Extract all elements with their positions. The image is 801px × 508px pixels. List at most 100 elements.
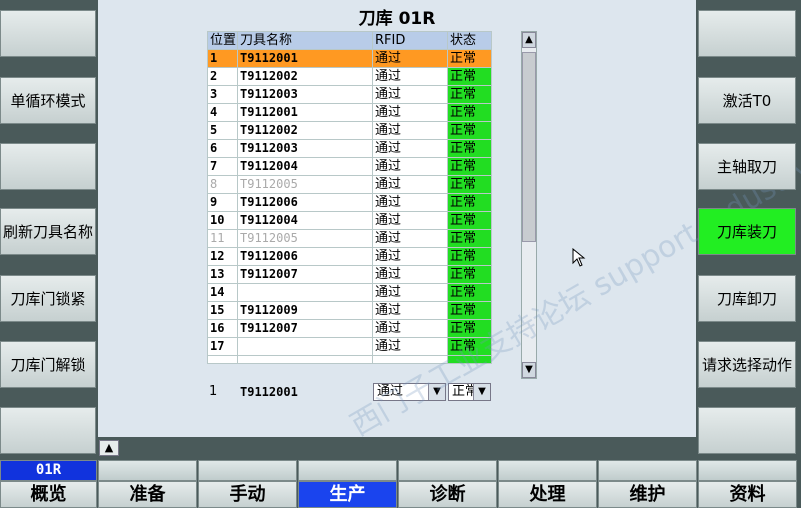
magazine-door-unlock-button[interactable]: 刀库门解锁: [0, 341, 96, 388]
cell-name: T9112001: [237, 103, 373, 122]
cell-name: T9112007: [237, 265, 373, 284]
table-row[interactable]: 10 T9112004 通过 正常: [207, 211, 492, 230]
scroll-thumb[interactable]: [522, 52, 536, 242]
tab-upper-6[interactable]: [498, 460, 597, 481]
left-softkey-1[interactable]: [0, 10, 96, 57]
right-softkey-1[interactable]: [698, 10, 796, 57]
single-cycle-mode-button[interactable]: 单循环模式: [0, 77, 96, 124]
table-header: 位置 刀具名称 RFID 状态: [207, 31, 492, 50]
activate-t0-button[interactable]: 激活T0: [698, 77, 796, 124]
cell-rfid: 通过: [372, 67, 448, 86]
cell-pos: 10: [207, 211, 238, 230]
cell-name: T9112004: [237, 157, 373, 176]
table-row[interactable]: 7 T9112004 通过 正常: [207, 157, 492, 176]
refresh-tool-names-button[interactable]: 刷新刀具名称: [0, 208, 96, 255]
table-row[interactable]: 9 T9112006 通过 正常: [207, 193, 492, 212]
tab-2[interactable]: 手动: [198, 481, 297, 508]
cell-status: 正常: [447, 211, 492, 230]
spindle-take-tool-button[interactable]: 主轴取刀: [698, 143, 796, 190]
cell-status: 正常: [447, 121, 492, 140]
left-softkey-7[interactable]: [0, 407, 96, 454]
column-header-status: 状态: [447, 31, 492, 50]
cell-status: 正常: [447, 175, 492, 194]
tab-upper-3[interactable]: [198, 460, 297, 481]
request-select-action-button[interactable]: 请求选择动作: [698, 341, 796, 388]
tab-upper-8[interactable]: [698, 460, 797, 481]
tab-upper-4[interactable]: [298, 460, 397, 481]
tab-0[interactable]: 概览: [0, 481, 97, 508]
cell-status: 正常: [447, 67, 492, 86]
cell-name: T9112006: [237, 247, 373, 266]
tab-1[interactable]: 准备: [98, 481, 197, 508]
tab-4[interactable]: 诊断: [398, 481, 497, 508]
cell-partial: [207, 355, 238, 364]
table-row[interactable]: 2 T9112002 通过 正常: [207, 67, 492, 86]
tab-5[interactable]: 处理: [498, 481, 597, 508]
cell-rfid: 通过: [372, 193, 448, 212]
channel-indicator: 01R: [0, 460, 97, 481]
scroll-down-icon[interactable]: ▼: [522, 362, 536, 378]
cell-name: T9112004: [237, 211, 373, 230]
tool-table: 位置 刀具名称 RFID 状态 1 T9112001 通过 正常 2 T9112002 通过…: [207, 31, 492, 364]
cell-status: 正常: [447, 283, 492, 302]
cell-rfid: 通过: [372, 103, 448, 122]
table-row[interactable]: 12 T9112006 通过 正常: [207, 247, 492, 266]
cell-status: 正常: [447, 193, 492, 212]
cell-status: 正常: [447, 103, 492, 122]
table-row[interactable]: 6 T9112003 通过 正常: [207, 139, 492, 158]
panel-collapse-icon[interactable]: ▲: [99, 440, 119, 456]
cell-rfid: 通过: [372, 85, 448, 104]
magazine-unload-tool-button[interactable]: 刀库卸刀: [698, 275, 796, 322]
left-softkey-3[interactable]: [0, 143, 96, 190]
table-row[interactable]: 15 T9112009 通过 正常: [207, 301, 492, 320]
cell-pos: 14: [207, 283, 238, 302]
cell-pos: 8: [207, 175, 238, 194]
table-row[interactable]: 11 T9112005 通过 正常: [207, 229, 492, 248]
edit-tool-name[interactable]: T9112001: [240, 382, 298, 402]
cell-pos: 3: [207, 85, 238, 104]
cell-name: T9112003: [237, 139, 373, 158]
cell-name: [237, 337, 373, 356]
scroll-up-icon[interactable]: ▲: [522, 32, 536, 48]
table-row[interactable]: 13 T9112007 通过 正常: [207, 265, 492, 284]
cell-status: 正常: [447, 301, 492, 320]
column-header-tool-name: 刀具名称: [237, 31, 373, 50]
cell-rfid: 通过: [372, 283, 448, 302]
cell-rfid: 通过: [372, 319, 448, 338]
tab-upper-5[interactable]: [398, 460, 497, 481]
mouse-cursor-icon: [572, 248, 586, 267]
cell-name: T9112007: [237, 319, 373, 338]
table-row[interactable]: 4 T9112001 通过 正常: [207, 103, 492, 122]
cell-name: T9112005: [237, 175, 373, 194]
table-row[interactable]: 3 T9112003 通过 正常: [207, 85, 492, 104]
magazine-load-tool-button[interactable]: 刀库装刀: [698, 208, 796, 255]
cell-pos: 13: [207, 265, 238, 284]
cell-pos: 12: [207, 247, 238, 266]
cell-rfid: 通过: [372, 229, 448, 248]
table-row[interactable]: 8 T9112005 通过 正常: [207, 175, 492, 194]
cell-pos: 4: [207, 103, 238, 122]
cell-pos: 16: [207, 319, 238, 338]
cell-status: 正常: [447, 85, 492, 104]
right-softkey-7[interactable]: [698, 407, 796, 454]
cell-rfid: 通过: [372, 157, 448, 176]
tab-7[interactable]: 资料: [698, 481, 797, 508]
tab-upper-7[interactable]: [598, 460, 697, 481]
cell-rfid: 通过: [372, 301, 448, 320]
magazine-door-lock-button[interactable]: 刀库门锁紧: [0, 275, 96, 322]
column-header-rfid: RFID: [372, 31, 448, 50]
cell-rfid: 通过: [372, 265, 448, 284]
cell-name: T9112009: [237, 301, 373, 320]
tab-3[interactable]: 生产: [298, 481, 397, 508]
cell-status: 正常: [447, 157, 492, 176]
cell-name: T9112002: [237, 67, 373, 86]
cell-pos: 1: [207, 49, 238, 68]
cell-name: T9112006: [237, 193, 373, 212]
table-row[interactable]: 16 T9112007 通过 正常: [207, 319, 492, 338]
table-row[interactable]: 1 T9112001 通过 正常: [207, 49, 492, 68]
cell-status: 正常: [447, 247, 492, 266]
table-row[interactable]: 14 通过 正常: [207, 283, 492, 302]
table-row[interactable]: 5 T9112002 通过 正常: [207, 121, 492, 140]
tab-6[interactable]: 维护: [598, 481, 697, 508]
tab-upper-2[interactable]: [98, 460, 197, 481]
